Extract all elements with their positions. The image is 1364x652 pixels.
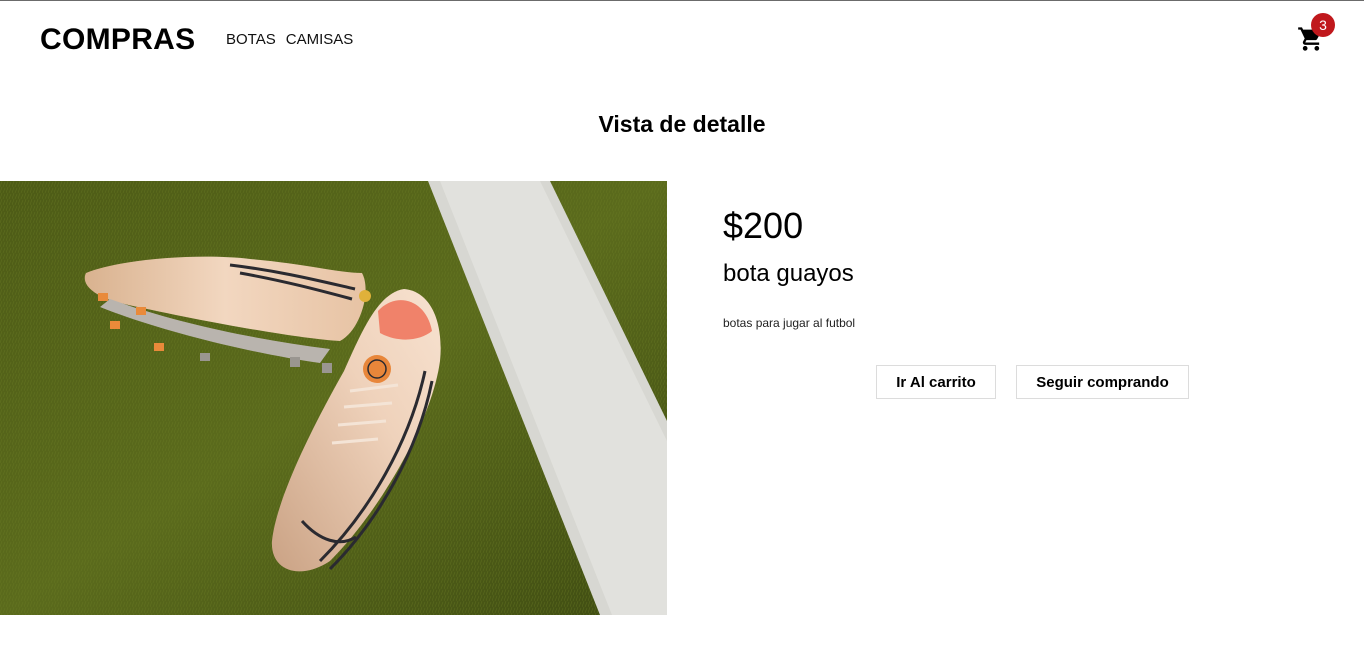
product-description: botas para jugar al futbol [723,316,856,330]
product-name: bota guayos [723,260,854,287]
boots-photo [0,181,667,615]
brand-logo[interactable]: COMPRAS [40,23,195,57]
nav-link-camisas[interactable]: CAMISAS [286,31,354,48]
site-header: COMPRAS BOTAS CAMISAS 3 [0,1,1364,81]
page-title: Vista de detalle [598,111,766,137]
nav-link-botas[interactable]: BOTAS [226,31,276,48]
cart-count-badge: 3 [1311,13,1335,37]
main-nav: BOTAS CAMISAS [226,31,353,48]
product-image [0,181,667,615]
go-to-cart-button[interactable]: Ir Al carrito [876,365,996,399]
product-price: $200 [723,205,804,246]
keep-shopping-button[interactable]: Seguir comprando [1016,365,1189,399]
